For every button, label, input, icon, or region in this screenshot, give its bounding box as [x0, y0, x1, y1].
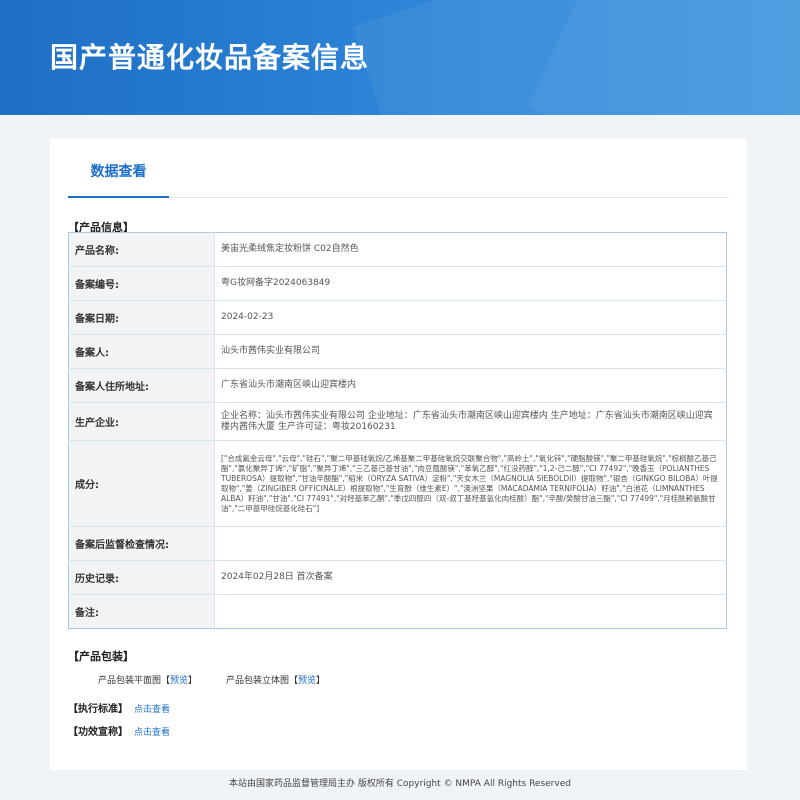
table-row: 备案编号: 粤G妆网备字2024063849 — [68, 266, 727, 301]
view-standard-link[interactable]: 点击查看 — [134, 705, 170, 715]
row-label: 备案日期: — [68, 300, 215, 335]
row-label: 备案后监督检查情况: — [68, 526, 215, 561]
table-row: 备案后监督检查情况: — [68, 526, 727, 561]
table-row: 备注: — [68, 594, 727, 629]
table-row: 成分: ["合成氟金云母","云母","硅石","聚二甲基硅氧烷/乙烯基聚二甲基… — [68, 440, 727, 527]
section-title-standard: 【执行标准】 — [68, 704, 128, 715]
footer: 本站由国家药品监督管理局主办 版权所有 Copyright © NMPA All… — [229, 779, 571, 789]
tab-data-view[interactable]: 数据查看 — [68, 139, 169, 198]
table-row: 产品名称: 美宙光柔绒焦定妆粉饼 C02自然色 — [68, 232, 727, 267]
tab-bar: 数据查看 — [68, 139, 729, 198]
row-label: 备案人住所地址: — [68, 368, 215, 403]
content-card: 数据查看 【产品信息】 产品名称: 美宙光柔绒焦定妆粉饼 C02自然色 备案编号… — [50, 139, 747, 770]
row-value: 粤G妆网备字2024063849 — [214, 266, 727, 301]
table-row: 历史记录: 2024年02月28日 首次备案 — [68, 560, 727, 595]
row-label: 生产企业: — [68, 402, 215, 441]
row-value — [214, 526, 727, 561]
page-title: 国产普通化妆品备案信息 — [50, 41, 370, 74]
row-value: 2024-02-23 — [214, 300, 727, 335]
product-info-table: 产品名称: 美宙光柔绒焦定妆粉饼 C02自然色 备案编号: 粤G妆网备字2024… — [68, 232, 727, 629]
row-label: 备案人: — [68, 334, 215, 369]
preview-link[interactable]: 预览 — [170, 676, 188, 686]
row-label: 产品名称: — [68, 232, 215, 267]
standard-row: 【执行标准】 点击查看 — [68, 700, 170, 715]
packaging-item-label: 产品包装平面图 — [98, 676, 162, 686]
table-row: 备案日期: 2024-02-23 — [68, 300, 727, 335]
row-label: 备案编号: — [68, 266, 215, 301]
efficacy-row: 【功效宣称】 点击查看 — [68, 723, 170, 738]
row-value: 美宙光柔绒焦定妆粉饼 C02自然色 — [214, 232, 727, 267]
row-label: 成分: — [68, 440, 215, 527]
section-title-packaging: 【产品包装】 — [68, 650, 134, 663]
row-value: 汕头市茜伟实业有限公司 — [214, 334, 727, 369]
view-efficacy-link[interactable]: 点击查看 — [134, 728, 170, 738]
packaging-item: 产品包装平面图【预览】 — [98, 676, 198, 686]
packaging-item: 产品包装立体图【预览】 — [225, 676, 325, 686]
preview-link[interactable]: 预览 — [298, 676, 316, 686]
table-row: 备案人住所地址: 广东省汕头市潮南区峡山迎宾楼内 — [68, 368, 727, 403]
row-value: 2024年02月28日 首次备案 — [214, 560, 727, 595]
table-row: 生产企业: 企业名称：汕头市茜伟实业有限公司 企业地址：广东省汕头市潮南区峡山迎… — [68, 402, 727, 441]
row-label: 历史记录: — [68, 560, 215, 595]
row-value: 企业名称：汕头市茜伟实业有限公司 企业地址：广东省汕头市潮南区峡山迎宾楼内 生产… — [214, 402, 727, 441]
header-banner: 国产普通化妆品备案信息 — [0, 0, 800, 115]
row-value — [215, 595, 727, 629]
banner-decoration — [527, 0, 800, 115]
row-value: 广东省汕头市潮南区峡山迎宾楼内 — [214, 368, 727, 403]
section-title-efficacy: 【功效宣称】 — [68, 727, 128, 738]
row-label: 备注: — [68, 594, 215, 629]
table-row: 备案人: 汕头市茜伟实业有限公司 — [68, 334, 727, 369]
row-value: ["合成氟金云母","云母","硅石","聚二甲基硅氧烷/乙烯基聚二甲基硅氧烷交… — [214, 440, 727, 527]
packaging-item-label: 产品包装立体图 — [225, 676, 289, 686]
packaging-links: 产品包装平面图【预览】 产品包装立体图【预览】 — [98, 673, 351, 686]
